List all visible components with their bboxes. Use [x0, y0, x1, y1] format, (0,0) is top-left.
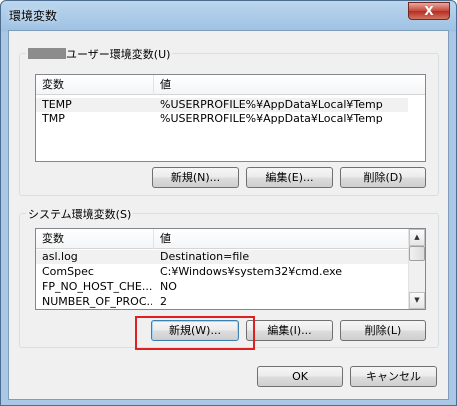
- variable-value: %USERPROFILE%¥AppData¥Local¥Temp: [160, 112, 383, 125]
- user-variables-label: ユーザー環境変数(U): [26, 46, 173, 62]
- variable-value: Destination=file: [160, 250, 250, 263]
- cancel-button[interactable]: キャンセル: [350, 366, 437, 387]
- variable-value: C:¥Windows¥system32¥cmd.exe: [160, 265, 343, 278]
- user-delete-button[interactable]: 削除(D): [340, 167, 426, 188]
- variable-name: asl.log: [42, 250, 78, 263]
- system-variables-list[interactable]: 変数 値 asl.log Destination=file ComSpec C:…: [35, 228, 426, 310]
- column-header-value[interactable]: 値: [154, 229, 409, 249]
- column-header-value[interactable]: 値: [154, 75, 425, 95]
- ok-button[interactable]: OK: [257, 366, 343, 387]
- variable-value: %USERPROFILE%¥AppData¥Local¥Temp: [160, 98, 383, 111]
- column-header-variable[interactable]: 変数: [36, 75, 153, 95]
- column-header-variable[interactable]: 変数: [36, 229, 153, 249]
- table-row[interactable]: TEMP %USERPROFILE%¥AppData¥Local¥Temp: [36, 98, 408, 112]
- table-row[interactable]: NUMBER_OF_PROC... 2: [36, 295, 409, 309]
- user-list-header: 変数 値: [36, 75, 425, 95]
- environment-variables-dialog: 環境変数 X ユーザー環境変数(U) 変数 値 TEMP %USERPROFIL…: [0, 0, 457, 406]
- system-list-header: 変数 値: [36, 229, 425, 249]
- table-row[interactable]: FP_NO_HOST_CHE... NO: [36, 280, 409, 294]
- scroll-thumb[interactable]: [409, 246, 425, 261]
- scroll-down-arrow-icon[interactable]: ▼: [409, 292, 425, 309]
- user-variables-group: ユーザー環境変数(U) 変数 値 TEMP %USERPROFILE%¥AppD…: [19, 46, 439, 196]
- highlight-annotation: [135, 316, 255, 350]
- window-title: 環境変数: [9, 9, 58, 23]
- variable-value: NO: [160, 280, 177, 293]
- variable-name: FP_NO_HOST_CHE...: [42, 280, 152, 293]
- table-row[interactable]: TMP %USERPROFILE%¥AppData¥Local¥Temp: [36, 112, 408, 126]
- redacted-username: [28, 48, 66, 59]
- vertical-scrollbar[interactable]: ▲ ▼: [408, 229, 425, 309]
- user-new-button[interactable]: 新規(N)...: [152, 167, 239, 188]
- dialog-client-area: ユーザー環境変数(U) 変数 値 TEMP %USERPROFILE%¥AppD…: [8, 30, 449, 400]
- close-button[interactable]: X: [408, 2, 450, 20]
- table-row[interactable]: asl.log Destination=file: [36, 250, 409, 264]
- variable-value: 2: [160, 295, 167, 308]
- variable-name: TEMP: [42, 98, 72, 111]
- scroll-up-arrow-icon[interactable]: ▲: [409, 229, 425, 246]
- system-edit-button[interactable]: 編集(I)...: [246, 320, 333, 341]
- variable-name: TMP: [42, 112, 65, 125]
- variable-name: NUMBER_OF_PROC...: [42, 295, 152, 308]
- user-variables-list[interactable]: 変数 値 TEMP %USERPROFILE%¥AppData¥Local¥Te…: [35, 74, 426, 162]
- system-variables-label: システム環境変数(S): [26, 206, 134, 222]
- table-row[interactable]: ComSpec C:¥Windows¥system32¥cmd.exe: [36, 265, 409, 279]
- variable-name: ComSpec: [42, 265, 94, 278]
- system-delete-button[interactable]: 削除(L): [340, 320, 426, 341]
- user-edit-button[interactable]: 編集(E)...: [246, 167, 333, 188]
- title-bar[interactable]: 環境変数 X: [1, 1, 456, 29]
